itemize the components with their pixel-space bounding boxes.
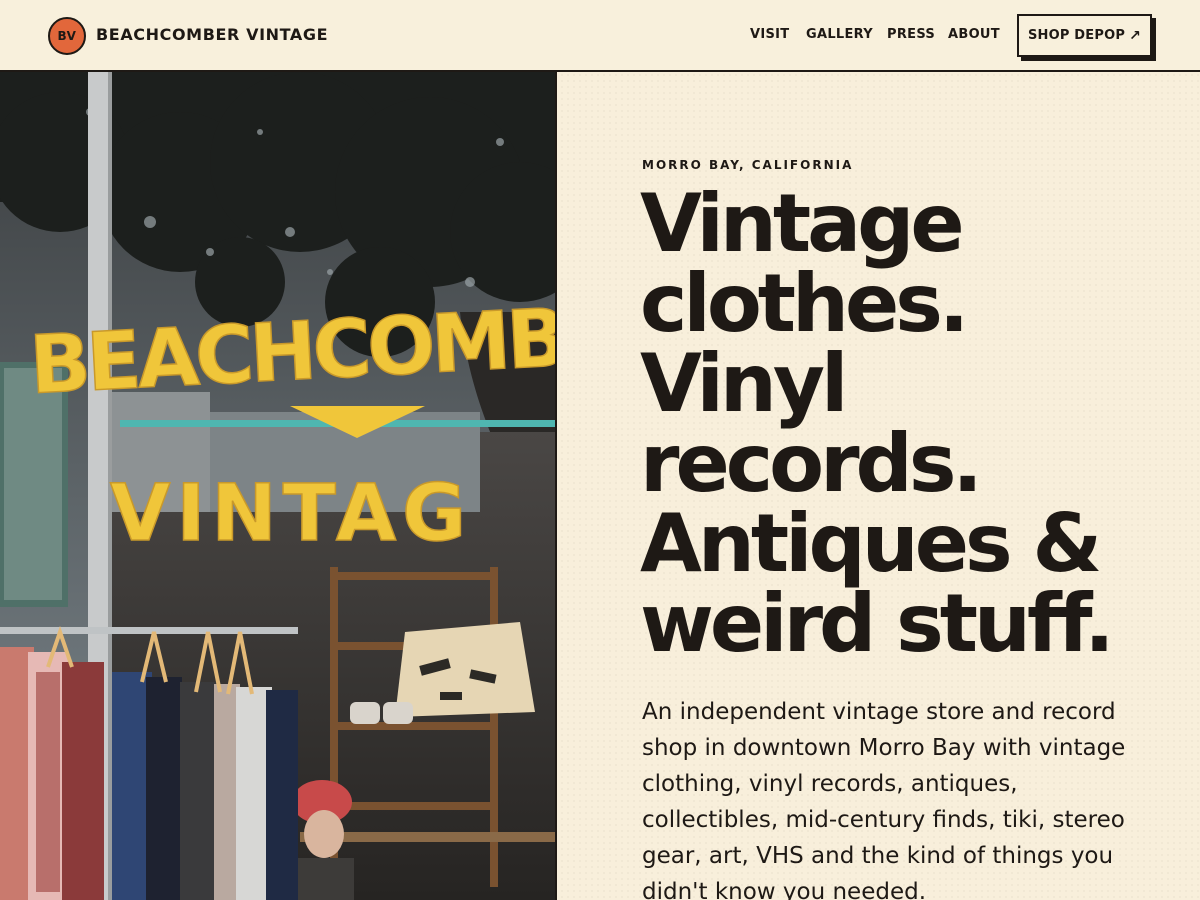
nav-about[interactable]: ABOUT [948, 27, 1000, 42]
headline-line: Vinyl [640, 337, 848, 430]
brand-name[interactable]: BEACHCOMBER VINTAGE [96, 25, 328, 44]
arrow-up-right-icon: ↗ [1129, 27, 1142, 44]
nav-press[interactable]: PRESS [887, 27, 935, 42]
headline-line: Antiques & [640, 497, 1102, 590]
headline-line: records. [640, 417, 983, 510]
hero-headline: Vintage clothes. Vinyl records. Antiques… [640, 184, 1180, 664]
hero-description: An independent vintage store and record … [642, 699, 1126, 900]
nav-gallery[interactable]: GALLERY [806, 27, 873, 42]
storefront-photo: BEACHCOMB VINTAG [0, 72, 557, 900]
hero-section: MORRO BAY, CALIFORNIA Vintage clothes. V… [559, 72, 1200, 900]
shop-depop-button[interactable]: SHOP DEPOP ↗ [1017, 14, 1152, 57]
headline-line: clothes. [640, 257, 969, 350]
site-header: BV BEACHCOMBER VINTAGE VISIT GALLERY PRE… [0, 0, 1200, 72]
shop-depop-label: SHOP DEPOP [1027, 28, 1126, 43]
nav-visit[interactable]: VISIT [750, 27, 789, 42]
headline-line: Vintage [640, 177, 965, 270]
logo-badge[interactable]: BV [48, 17, 86, 55]
headline-line: weird stuff. [640, 577, 1115, 670]
window-sign-bottom: VINTAG [110, 469, 472, 559]
location-eyebrow: MORRO BAY, CALIFORNIA [642, 158, 854, 172]
